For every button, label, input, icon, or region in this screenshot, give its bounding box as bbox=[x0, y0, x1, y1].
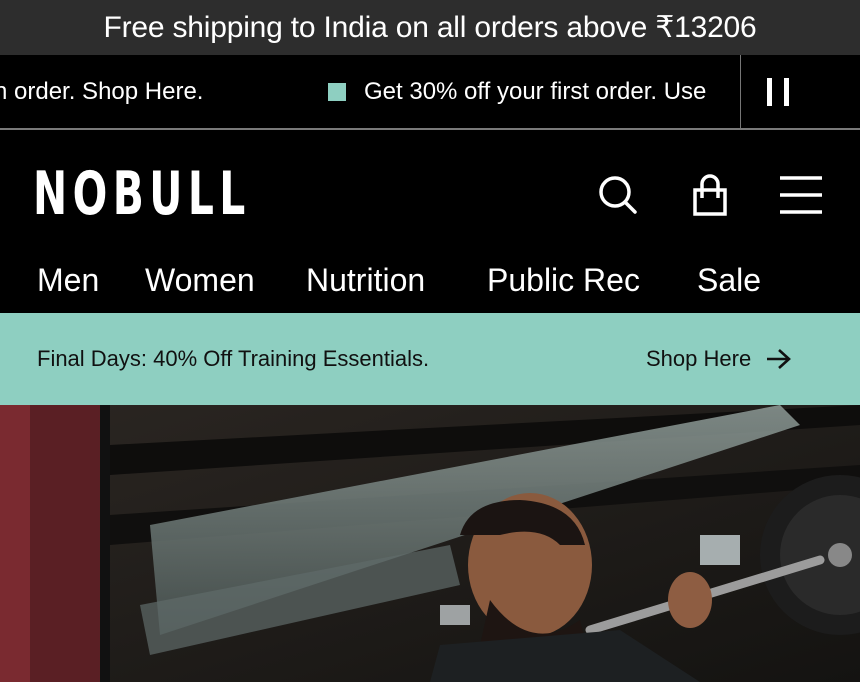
offer-text: Final Days: 40% Off Training Essentials. bbox=[37, 346, 430, 371]
ticker-spacer bbox=[815, 55, 860, 128]
shop-here-link[interactable]: Shop Here bbox=[646, 313, 793, 405]
promo-ticker-text: n order. Shop Here. bbox=[0, 77, 204, 105]
shipping-announcement-bar: Free shipping to India on all orders abo… bbox=[0, 0, 860, 55]
nav-item-public-rec[interactable]: Public Rec bbox=[487, 258, 640, 302]
promo-ticker-item[interactable]: Get 30% off your first order. Use bbox=[328, 55, 706, 128]
cart-button[interactable] bbox=[686, 170, 734, 218]
shipping-text: Free shipping to India on all orders abo… bbox=[103, 11, 757, 44]
square-marker-icon bbox=[328, 82, 346, 101]
offer-banner: Final Days: 40% Off Training Essentials.… bbox=[0, 313, 860, 405]
brand-logo[interactable]: NOBULL bbox=[33, 164, 251, 224]
shop-here-label: Shop Here bbox=[646, 346, 752, 371]
nav-item-nutrition[interactable]: Nutrition bbox=[306, 258, 425, 302]
promo-ticker-item[interactable]: n order. Shop Here. bbox=[0, 55, 203, 128]
hero-image[interactable] bbox=[0, 405, 860, 682]
promo-ticker: n order. Shop Here. Get 30% off your fir… bbox=[0, 55, 860, 130]
promo-ticker-text: Get 30% off your first order. Use bbox=[364, 77, 707, 105]
nav-item-women[interactable]: Women bbox=[145, 258, 255, 302]
pause-icon bbox=[767, 77, 772, 106]
arrow-right-icon bbox=[767, 349, 792, 369]
ticker-pause-button[interactable] bbox=[740, 55, 815, 128]
hero-photo bbox=[0, 405, 860, 682]
shopping-bag-icon bbox=[693, 174, 727, 216]
search-button[interactable] bbox=[593, 170, 641, 218]
search-icon bbox=[599, 176, 637, 214]
menu-button[interactable] bbox=[776, 170, 824, 218]
site-header: NOBULL Men Women Nutrition Public Rec Sa… bbox=[0, 130, 860, 313]
hamburger-menu-icon bbox=[780, 176, 822, 214]
pause-icon bbox=[784, 77, 789, 106]
nav-item-men[interactable]: Men bbox=[37, 258, 99, 302]
nav-item-sale[interactable]: Sale bbox=[697, 258, 761, 302]
